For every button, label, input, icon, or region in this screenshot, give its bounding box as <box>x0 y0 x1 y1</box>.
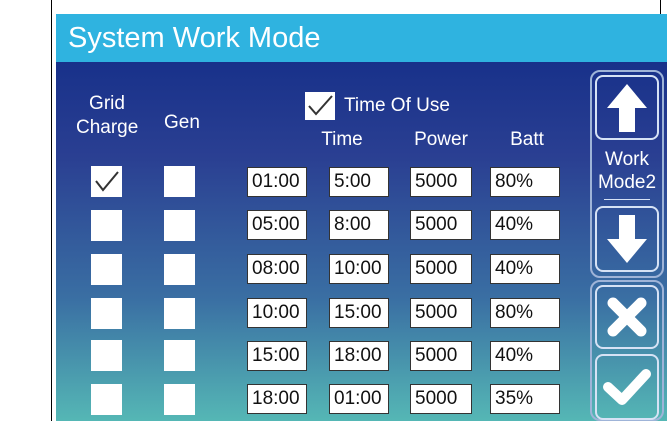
arrow-down-icon <box>607 215 647 263</box>
batt-4[interactable]: 80% <box>490 298 560 328</box>
grid-charge-checkbox-3[interactable] <box>91 254 122 285</box>
end-time-2[interactable]: 8:00 <box>329 210 389 240</box>
batt-1[interactable]: 80% <box>490 167 560 197</box>
batt-2[interactable]: 40% <box>490 210 560 240</box>
page-title: System Work Mode <box>68 22 321 54</box>
work-mode-label: Work Mode2 <box>592 148 662 194</box>
time-header: Time <box>321 129 363 150</box>
power-6[interactable]: 5000 <box>410 384 472 414</box>
start-time-2[interactable]: 05:00 <box>247 210 307 240</box>
gen-checkbox-5[interactable] <box>164 340 195 371</box>
check-icon <box>95 171 119 192</box>
arrow-up-icon <box>607 83 647 132</box>
gen-checkbox-1[interactable] <box>164 166 195 197</box>
gen-checkbox-6[interactable] <box>164 384 195 415</box>
power-2[interactable]: 5000 <box>410 210 472 240</box>
mode-down-button[interactable] <box>595 206 659 272</box>
start-time-3[interactable]: 08:00 <box>247 254 307 284</box>
time-of-use-checkbox[interactable] <box>305 92 335 120</box>
work-mode-label-line1: Work <box>605 149 649 170</box>
time-of-use-label: Time Of Use <box>344 95 450 116</box>
title-bar: System Work Mode <box>56 14 667 62</box>
end-time-6[interactable]: 01:00 <box>329 384 389 414</box>
gen-checkbox-3[interactable] <box>164 254 195 285</box>
end-time-5[interactable]: 18:00 <box>329 341 389 371</box>
start-time-1[interactable]: 01:00 <box>247 167 307 197</box>
grid-charge-checkbox-1[interactable] <box>91 166 122 197</box>
check-icon <box>308 95 333 116</box>
start-time-5[interactable]: 15:00 <box>247 341 307 371</box>
batt-3[interactable]: 40% <box>490 254 560 284</box>
power-3[interactable]: 5000 <box>410 254 472 284</box>
cancel-button[interactable] <box>595 285 659 349</box>
system-work-mode-screen: System Work Mode Grid Charge Gen Time Of… <box>56 14 667 421</box>
power-header: Power <box>414 129 468 150</box>
mode-up-button[interactable] <box>595 75 659 140</box>
grid-charge-header-line1: Grid <box>89 93 125 114</box>
grid-charge-checkbox-4[interactable] <box>91 298 122 329</box>
work-mode-divider <box>604 199 650 200</box>
work-mode-label-line2: Mode2 <box>597 172 657 193</box>
frame-left-line <box>51 0 52 421</box>
power-5[interactable]: 5000 <box>410 341 472 371</box>
start-time-6[interactable]: 18:00 <box>247 384 307 414</box>
check-icon <box>603 369 651 405</box>
gen-header: Gen <box>164 112 200 133</box>
grid-charge-checkbox-2[interactable] <box>91 210 122 241</box>
confirm-button[interactable] <box>595 354 659 420</box>
end-time-4[interactable]: 15:00 <box>329 298 389 328</box>
grid-charge-checkbox-6[interactable] <box>91 384 122 415</box>
batt-6[interactable]: 35% <box>490 384 560 414</box>
batt-header: Batt <box>510 129 544 150</box>
grid-charge-checkbox-5[interactable] <box>91 340 122 371</box>
gen-checkbox-2[interactable] <box>164 210 195 241</box>
end-time-1[interactable]: 5:00 <box>329 167 389 197</box>
grid-charge-header: Grid Charge <box>76 92 138 140</box>
start-time-4[interactable]: 10:00 <box>247 298 307 328</box>
end-time-3[interactable]: 10:00 <box>329 254 389 284</box>
close-icon <box>607 297 647 337</box>
gen-checkbox-4[interactable] <box>164 298 195 329</box>
batt-5[interactable]: 40% <box>490 341 560 371</box>
grid-charge-header-line2: Charge <box>76 117 139 138</box>
power-4[interactable]: 5000 <box>410 298 472 328</box>
power-1[interactable]: 5000 <box>410 167 472 197</box>
